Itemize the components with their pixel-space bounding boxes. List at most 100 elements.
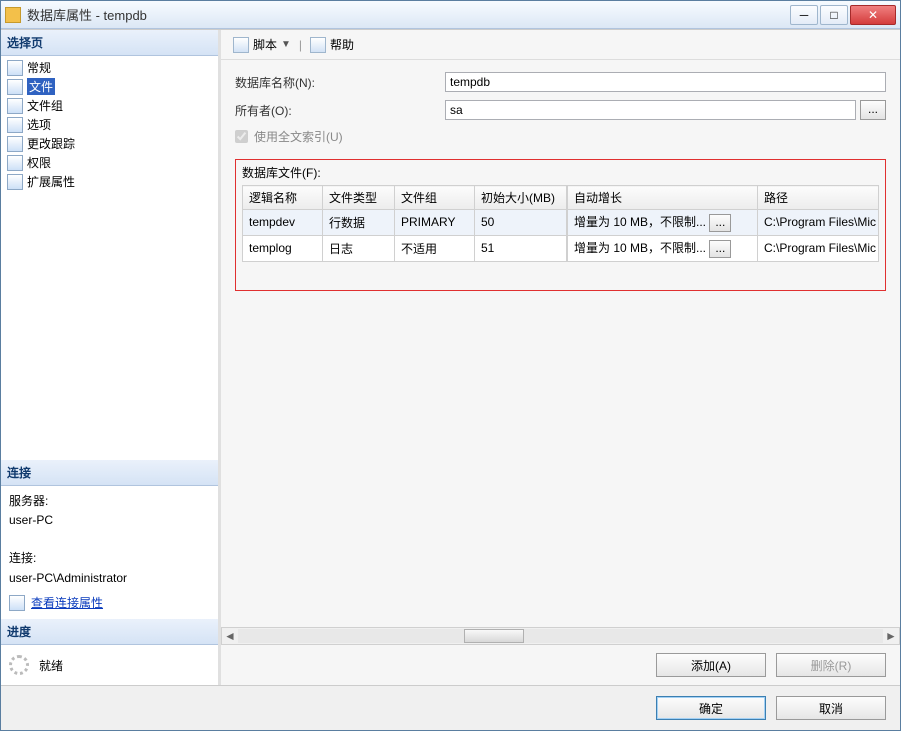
page-icon xyxy=(7,136,23,152)
database-icon xyxy=(5,7,21,23)
cell-autogrow[interactable]: 增量为 10 MB，不限制... ... xyxy=(568,235,758,261)
spinner-icon xyxy=(9,655,29,675)
page-nav-list: 常规文件文件组选项更改跟踪权限扩展属性 xyxy=(1,56,218,460)
files-grid: 逻辑名称 文件类型 文件组 初始大小(MB) tempdev行数据PRIMARY… xyxy=(242,185,879,262)
progress-box: 就绪 xyxy=(1,645,218,685)
files-grid-right[interactable]: 自动增长 路径 增量为 10 MB，不限制... ...C:\Program F… xyxy=(567,185,879,262)
sidebar-item-label: 扩展属性 xyxy=(27,173,75,190)
select-page-header: 选择页 xyxy=(1,30,218,56)
sidebar-item-label: 权限 xyxy=(27,154,51,171)
cell-group[interactable]: PRIMARY xyxy=(395,210,475,236)
progress-state: 就绪 xyxy=(39,657,63,674)
col-type[interactable]: 文件类型 xyxy=(323,186,395,210)
cell-logical[interactable]: tempdev xyxy=(243,210,323,236)
help-label: 帮助 xyxy=(330,36,354,53)
fulltext-checkbox xyxy=(235,130,248,143)
sidebar-item-label: 更改跟踪 xyxy=(27,135,75,152)
col-path[interactable]: 路径 xyxy=(758,186,879,210)
sidebar-item[interactable]: 扩展属性 xyxy=(3,172,216,191)
page-icon xyxy=(7,98,23,114)
minimize-button[interactable]: ─ xyxy=(790,5,818,25)
sidebar-item[interactable]: 文件组 xyxy=(3,96,216,115)
col-group[interactable]: 文件组 xyxy=(395,186,475,210)
server-label: 服务器: xyxy=(9,492,210,511)
page-icon xyxy=(7,174,23,190)
autogrow-edit-button[interactable]: ... xyxy=(709,214,731,232)
ok-button[interactable]: 确定 xyxy=(656,696,766,720)
scroll-right-arrow-icon[interactable]: ► xyxy=(883,628,899,644)
remove-button: 删除(R) xyxy=(776,653,886,677)
file-buttons: 添加(A) 删除(R) xyxy=(221,645,900,685)
cancel-button[interactable]: 取消 xyxy=(776,696,886,720)
cell-type[interactable]: 日志 xyxy=(323,235,395,261)
script-icon xyxy=(233,37,249,53)
owner-input[interactable] xyxy=(445,100,856,120)
script-button[interactable]: 脚本 ▼ xyxy=(229,34,295,55)
col-logical[interactable]: 逻辑名称 xyxy=(243,186,323,210)
progress-header: 进度 xyxy=(1,619,218,645)
sidebar-item[interactable]: 权限 xyxy=(3,153,216,172)
sidebar-item-label: 文件组 xyxy=(27,97,63,114)
cell-path[interactable]: C:\Program Files\Mic xyxy=(758,235,879,261)
cell-type[interactable]: 行数据 xyxy=(323,210,395,236)
cell-group[interactable]: 不适用 xyxy=(395,235,475,261)
scroll-thumb[interactable] xyxy=(464,629,524,643)
owner-label: 所有者(O): xyxy=(235,102,445,119)
help-icon xyxy=(310,37,326,53)
titlebar[interactable]: 数据库属性 - tempdb ─ □ ✕ xyxy=(1,1,900,29)
table-row[interactable]: 增量为 10 MB，不限制... ...C:\Program Files\Mic xyxy=(568,235,879,261)
view-connection-props-label: 查看连接属性 xyxy=(31,594,103,613)
files-grid-left[interactable]: 逻辑名称 文件类型 文件组 初始大小(MB) tempdev行数据PRIMARY… xyxy=(242,185,567,262)
help-button[interactable]: 帮助 xyxy=(306,34,358,55)
cell-autogrow[interactable]: 增量为 10 MB，不限制... ... xyxy=(568,210,758,236)
sidebar-item-label: 选项 xyxy=(27,116,51,133)
dialog-window: 数据库属性 - tempdb ─ □ ✕ 选择页 常规文件文件组选项更改跟踪权限… xyxy=(0,0,901,731)
properties-icon xyxy=(9,595,25,611)
sidebar-item[interactable]: 常规 xyxy=(3,58,216,77)
fulltext-label: 使用全文索引(U) xyxy=(254,128,343,145)
cell-logical[interactable]: templog xyxy=(243,235,323,261)
table-row[interactable]: tempdev行数据PRIMARY50 xyxy=(243,210,567,236)
cell-init[interactable]: 51 xyxy=(475,235,567,261)
table-row[interactable]: templog日志不适用51 xyxy=(243,235,567,261)
close-button[interactable]: ✕ xyxy=(850,5,896,25)
view-connection-props-link[interactable]: 查看连接属性 xyxy=(9,594,210,613)
col-autogrow[interactable]: 自动增长 xyxy=(568,186,758,210)
scroll-track[interactable] xyxy=(238,629,883,643)
add-button[interactable]: 添加(A) xyxy=(656,653,766,677)
sidebar-item[interactable]: 文件 xyxy=(3,77,216,96)
scroll-area: http://blog.csdn.net/z10843087 ◄ ► xyxy=(221,295,900,645)
chevron-down-icon: ▼ xyxy=(281,39,291,50)
content: 选择页 常规文件文件组选项更改跟踪权限扩展属性 连接 服务器: user-PC … xyxy=(1,29,900,685)
maximize-button[interactable]: □ xyxy=(820,5,848,25)
form-area: 数据库名称(N): 所有者(O): ... 使用全文索引(U) xyxy=(221,60,900,155)
sidebar-item-label: 文件 xyxy=(27,78,55,95)
page-icon xyxy=(7,117,23,133)
conn-value: user-PC\Administrator xyxy=(9,569,210,588)
sidebar-item-label: 常规 xyxy=(27,59,51,76)
left-pane: 选择页 常规文件文件组选项更改跟踪权限扩展属性 连接 服务器: user-PC … xyxy=(1,30,221,685)
db-name-label: 数据库名称(N): xyxy=(235,74,445,91)
page-icon xyxy=(7,60,23,76)
connection-header: 连接 xyxy=(1,460,218,486)
toolbar: 脚本 ▼ | 帮助 xyxy=(221,30,900,60)
owner-browse-button[interactable]: ... xyxy=(860,100,886,120)
server-value: user-PC xyxy=(9,511,210,530)
window-controls: ─ □ ✕ xyxy=(790,5,896,25)
page-icon xyxy=(7,79,23,95)
files-group: 数据库文件(F): 逻辑名称 文件类型 文件组 初始大小(MB) tempdev… xyxy=(235,159,886,291)
connection-info: 服务器: user-PC 连接: user-PC\Administrator 查… xyxy=(1,486,218,619)
sidebar-item[interactable]: 更改跟踪 xyxy=(3,134,216,153)
db-name-input[interactable] xyxy=(445,72,886,92)
autogrow-edit-button[interactable]: ... xyxy=(709,240,731,258)
files-group-label: 数据库文件(F): xyxy=(242,164,879,181)
col-init[interactable]: 初始大小(MB) xyxy=(475,186,567,210)
cell-path[interactable]: C:\Program Files\Mic xyxy=(758,210,879,236)
cell-init[interactable]: 50 xyxy=(475,210,567,236)
page-icon xyxy=(7,155,23,171)
scroll-left-arrow-icon[interactable]: ◄ xyxy=(222,628,238,644)
separator: | xyxy=(299,38,302,52)
table-row[interactable]: 增量为 10 MB，不限制... ...C:\Program Files\Mic xyxy=(568,210,879,236)
horizontal-scrollbar[interactable]: ◄ ► xyxy=(221,627,900,645)
sidebar-item[interactable]: 选项 xyxy=(3,115,216,134)
